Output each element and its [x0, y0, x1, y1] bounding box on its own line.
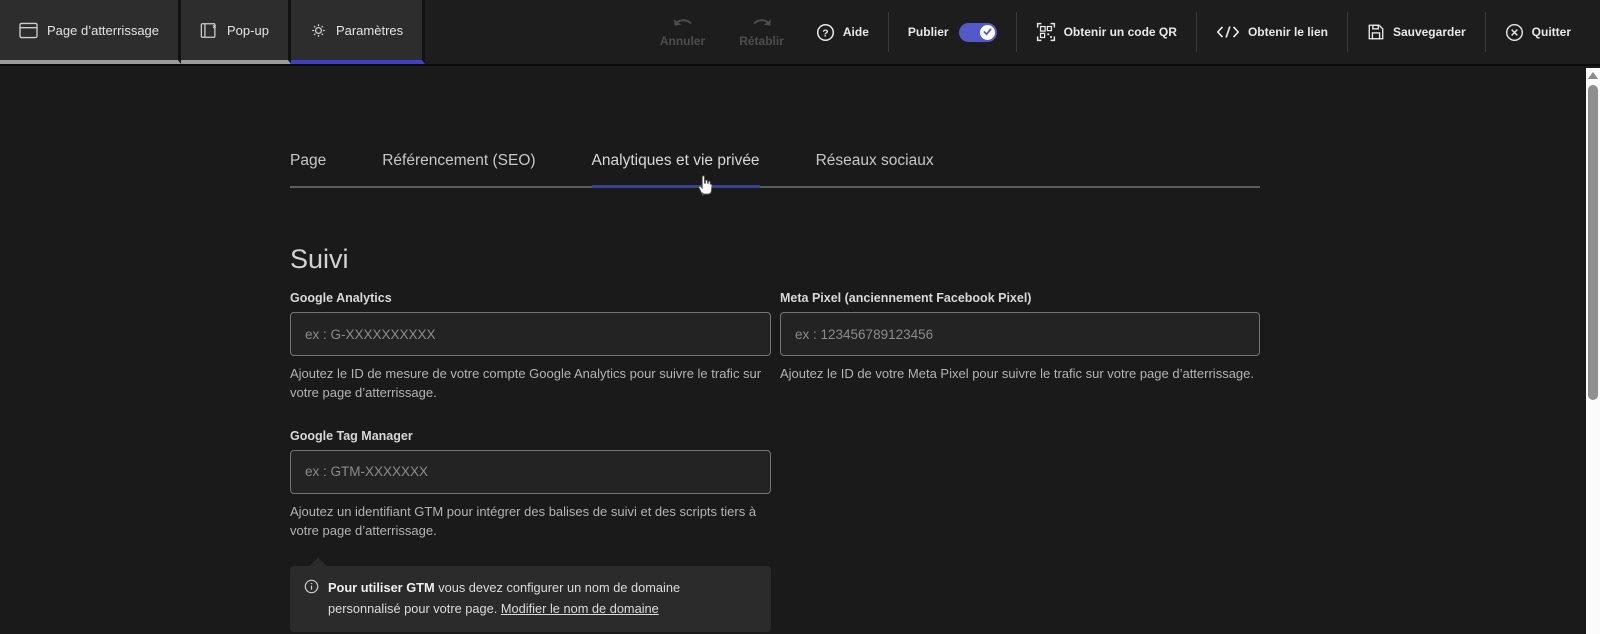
help-icon: ? — [816, 23, 835, 42]
popup-window-icon — [200, 22, 218, 39]
meta-pixel-field-group: Meta Pixel (anciennement Facebook Pixel)… — [780, 291, 1260, 403]
quit-label: Quitter — [1532, 25, 1571, 39]
google-analytics-help: Ajoutez le ID de mesure de votre compte … — [290, 365, 771, 403]
gtm-notice-bold: Pour utiliser GTM — [328, 580, 435, 595]
google-analytics-field-group: Google Analytics Ajoutez le ID de mesure… — [290, 291, 771, 403]
toolbar-actions: Annuler Rétablir ? Aide Publier — [643, 0, 1600, 64]
publish-label: Publier — [908, 25, 949, 39]
scroll-up-arrow-icon[interactable] — [1588, 72, 1598, 79]
settings-panel: Page Référencement (SEO) Analytiques et … — [0, 68, 1586, 634]
undo-icon — [671, 16, 695, 31]
settings-tabs: Page Référencement (SEO) Analytiques et … — [290, 152, 1260, 188]
toolbar-divider — [1347, 12, 1348, 52]
tab-landing-page[interactable]: Page d’atterrissage — [0, 0, 181, 64]
publish-toggle-knob — [980, 25, 995, 40]
tab-settings-label: Paramètres — [336, 23, 403, 38]
qr-code-button[interactable]: Obtenir un code QR — [1021, 22, 1192, 42]
qr-code-label: Obtenir un code QR — [1064, 25, 1177, 39]
code-brackets-icon — [1216, 25, 1240, 39]
save-button[interactable]: Sauvegarder — [1352, 23, 1481, 41]
change-domain-link[interactable]: Modifier le nom de domaine — [501, 601, 659, 616]
save-label: Sauvegarder — [1393, 25, 1466, 39]
qr-code-icon — [1036, 22, 1056, 42]
tab-seo[interactable]: Référencement (SEO) — [382, 152, 535, 170]
get-link-label: Obtenir le lien — [1248, 25, 1328, 39]
meta-pixel-help: Ajoutez le ID de votre Meta Pixel pour s… — [780, 365, 1260, 384]
save-icon — [1367, 23, 1385, 41]
publish-control: Publier — [893, 23, 1012, 42]
browser-window-icon — [19, 22, 38, 39]
section-title: Suivi — [290, 244, 1260, 275]
close-circle-icon — [1505, 23, 1524, 42]
quit-button[interactable]: Quitter — [1490, 23, 1586, 42]
info-icon — [304, 579, 319, 619]
undo-label: Annuler — [660, 34, 705, 48]
gtm-label: Google Tag Manager — [290, 429, 771, 443]
meta-pixel-label: Meta Pixel (anciennement Facebook Pixel) — [780, 291, 1260, 305]
gtm-notice-text: Pour utiliser GTM vous devez configurer … — [328, 578, 755, 619]
svg-text:?: ? — [822, 28, 828, 39]
help-label: Aide — [843, 25, 869, 39]
google-analytics-input[interactable] — [290, 312, 771, 356]
redo-button[interactable]: Rétablir — [722, 16, 801, 48]
redo-label: Rétablir — [739, 34, 784, 48]
tab-landing-page-label: Page d’atterrissage — [47, 23, 159, 38]
vertical-scrollbar[interactable] — [1586, 68, 1600, 634]
help-button[interactable]: ? Aide — [801, 23, 884, 42]
gtm-help: Ajoutez un identifiant GTM pour intégrer… — [290, 503, 771, 541]
tab-analytics-privacy[interactable]: Analytiques et vie privée — [592, 152, 760, 170]
meta-pixel-input[interactable] — [780, 312, 1260, 356]
tab-page[interactable]: Page — [290, 152, 326, 170]
scrollbar-thumb[interactable] — [1588, 85, 1598, 400]
toolbar-divider — [888, 12, 889, 52]
undo-button[interactable]: Annuler — [643, 16, 722, 48]
gtm-field-group: Google Tag Manager Ajoutez un identifian… — [290, 429, 771, 633]
gtm-input[interactable] — [290, 450, 771, 494]
toolbar-divider — [1196, 12, 1197, 52]
tab-social-networks[interactable]: Réseaux sociaux — [816, 152, 934, 170]
top-toolbar: Page d’atterrissage Pop-up Paramètres — [0, 0, 1600, 66]
tab-popup[interactable]: Pop-up — [181, 0, 291, 64]
google-analytics-label: Google Analytics — [290, 291, 771, 305]
get-link-button[interactable]: Obtenir le lien — [1201, 25, 1343, 39]
redo-icon — [750, 16, 774, 31]
gear-icon — [310, 22, 327, 39]
tab-popup-label: Pop-up — [227, 23, 269, 38]
gtm-notice: Pour utiliser GTM vous devez configurer … — [290, 566, 771, 632]
editor-mode-tabs: Page d’atterrissage Pop-up Paramètres — [0, 0, 425, 64]
toolbar-divider — [1016, 12, 1017, 52]
toolbar-divider — [1485, 12, 1486, 52]
publish-toggle[interactable] — [959, 23, 997, 42]
tab-settings[interactable]: Paramètres — [291, 0, 425, 64]
